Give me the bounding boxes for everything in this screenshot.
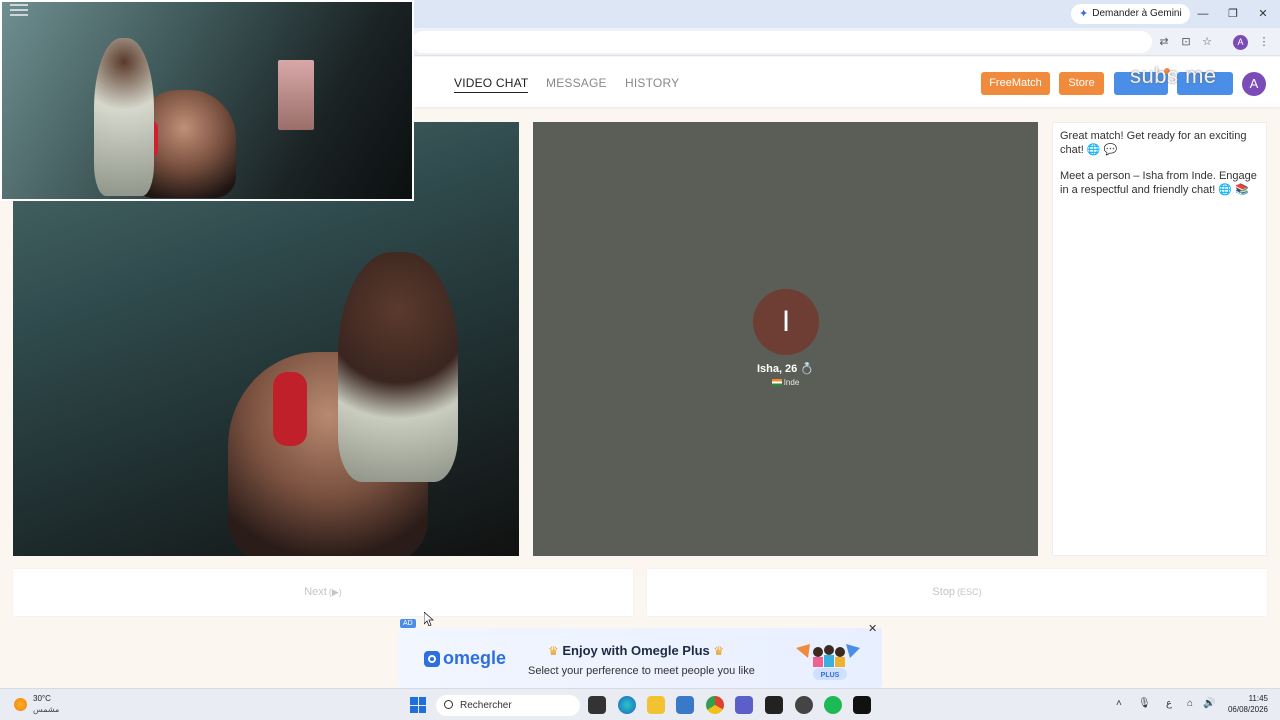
tab-history[interactable]: HISTORY bbox=[625, 76, 679, 90]
tab-message[interactable]: MESSAGE bbox=[546, 76, 607, 90]
freematch-button[interactable]: FreeMatch bbox=[981, 72, 1050, 95]
ad-close-button[interactable]: ✕ bbox=[868, 622, 877, 635]
minimize-button[interactable]: — bbox=[1188, 4, 1218, 24]
weather-condition[interactable]: مشمس bbox=[33, 705, 59, 714]
stop-shortcut-hint: (ESC) bbox=[957, 587, 982, 597]
teams-icon[interactable] bbox=[735, 696, 753, 714]
browser-menu-icon[interactable]: ⋮ bbox=[1256, 34, 1272, 50]
crown-icon: ♛ bbox=[548, 644, 559, 658]
input-language[interactable]: ع bbox=[1166, 698, 1172, 709]
partner-country: Inde bbox=[533, 378, 1038, 387]
translate-icon[interactable]: ⇄ bbox=[1156, 34, 1172, 50]
next-button-label: Next bbox=[304, 586, 327, 598]
india-flag-icon bbox=[771, 379, 782, 387]
partner-country-text: Inde bbox=[783, 378, 800, 387]
clock-date[interactable]: 06/08/2026 bbox=[1218, 705, 1268, 714]
network-icon[interactable]: ⌂ bbox=[1187, 698, 1193, 709]
volume-icon[interactable]: 🔊 bbox=[1203, 698, 1215, 709]
omegle-logo-icon bbox=[424, 650, 440, 667]
edge-browser-icon[interactable] bbox=[618, 696, 636, 714]
store-button[interactable]: Store bbox=[1059, 72, 1104, 95]
url-field[interactable] bbox=[412, 31, 1152, 53]
omegle-logo: omegle bbox=[424, 648, 506, 669]
crown-icon: ♛ bbox=[713, 644, 725, 658]
ad-subtitle: Select your perference to meet people yo… bbox=[528, 665, 755, 677]
partner-video-panel: I Isha, 26 💍 Inde bbox=[533, 122, 1038, 556]
partner-name-age: Isha, 26 💍 bbox=[533, 362, 1038, 375]
chat-panel: Great match! Get ready for an exciting c… bbox=[1052, 122, 1267, 556]
ad-title-text: Enjoy with Omegle Plus bbox=[562, 643, 710, 658]
headphones-shape bbox=[273, 372, 307, 446]
chat-message: Great match! Get ready for an exciting c… bbox=[1060, 130, 1247, 156]
clock-time[interactable]: 11:45 bbox=[1236, 694, 1268, 703]
stop-button[interactable]: Stop (ESC) bbox=[647, 569, 1267, 616]
ad-illustration: PLUS bbox=[796, 644, 860, 680]
windows-start-icon[interactable] bbox=[410, 697, 426, 713]
microphone-icon[interactable]: 🎙 bbox=[1138, 698, 1151, 709]
gemini-button-label: Demander à Gemini bbox=[1092, 8, 1182, 19]
weather-temperature[interactable]: 30°C bbox=[33, 694, 51, 703]
camera-preview bbox=[0, 0, 414, 201]
install-app-icon[interactable]: ⊡ bbox=[1178, 34, 1194, 50]
next-shortcut-hint: (▶) bbox=[328, 587, 342, 597]
omegle-brand-text: omegle bbox=[443, 648, 507, 668]
chevron-up-icon[interactable]: ˄ bbox=[1116, 698, 1122, 709]
chat-message: Meet a person – Isha from Inde. Engage i… bbox=[1060, 170, 1257, 196]
taskbar-search-placeholder: Rechercher bbox=[460, 700, 512, 711]
partner-name-text: Isha, 26 bbox=[756, 363, 798, 375]
tab-video-chat[interactable]: VIDEO CHAT bbox=[454, 76, 529, 93]
spotify-icon[interactable] bbox=[824, 696, 842, 714]
restore-button[interactable]: ❐ bbox=[1218, 4, 1248, 24]
chrome-icon[interactable] bbox=[706, 696, 724, 714]
app-icon[interactable] bbox=[795, 696, 813, 714]
file-explorer-icon[interactable] bbox=[647, 696, 665, 714]
user-avatar[interactable]: A bbox=[1242, 72, 1266, 96]
task-view-icon[interactable] bbox=[588, 696, 606, 714]
windows-taskbar: 30°C مشمس Rechercher ˄ 🎙 ع ⌂ 🔊 11:45 06/… bbox=[0, 688, 1280, 720]
store-app-icon[interactable] bbox=[676, 696, 694, 714]
preview-background-person bbox=[94, 38, 154, 196]
plus-tag: PLUS bbox=[821, 672, 840, 679]
preview-window-light bbox=[278, 60, 314, 130]
browser-profile-avatar[interactable]: A bbox=[1233, 35, 1248, 50]
ad-badge: AD bbox=[400, 619, 416, 628]
bookmark-star-icon[interactable]: ☆ bbox=[1199, 34, 1215, 50]
stop-button-label: Stop bbox=[932, 586, 956, 598]
hamburger-menu-icon[interactable] bbox=[10, 4, 28, 18]
ad-title: ♛ Enjoy with Omegle Plus ♛ bbox=[548, 643, 724, 658]
partner-avatar: I bbox=[753, 289, 819, 355]
gemini-star-icon: ✦ bbox=[1079, 8, 1089, 20]
ring-icon: 💍 bbox=[800, 363, 815, 375]
gemini-button[interactable]: ✦ Demander à Gemini bbox=[1071, 4, 1190, 24]
close-window-button[interactable]: ✕ bbox=[1248, 4, 1278, 24]
taskbar-search[interactable]: Rechercher bbox=[436, 695, 580, 716]
next-button[interactable]: Next (▶) bbox=[13, 569, 633, 616]
search-icon bbox=[444, 700, 453, 709]
ad-banner[interactable]: omegle ♛ Enjoy with Omegle Plus ♛ Select… bbox=[398, 628, 882, 688]
sun-icon[interactable] bbox=[14, 698, 27, 711]
epic-games-icon[interactable] bbox=[853, 696, 871, 714]
background-person-silhouette bbox=[338, 252, 458, 482]
obs-icon[interactable] bbox=[765, 696, 783, 714]
mouse-cursor-icon bbox=[424, 612, 434, 626]
stream-overlay-text: subs me bbox=[1130, 63, 1217, 88]
